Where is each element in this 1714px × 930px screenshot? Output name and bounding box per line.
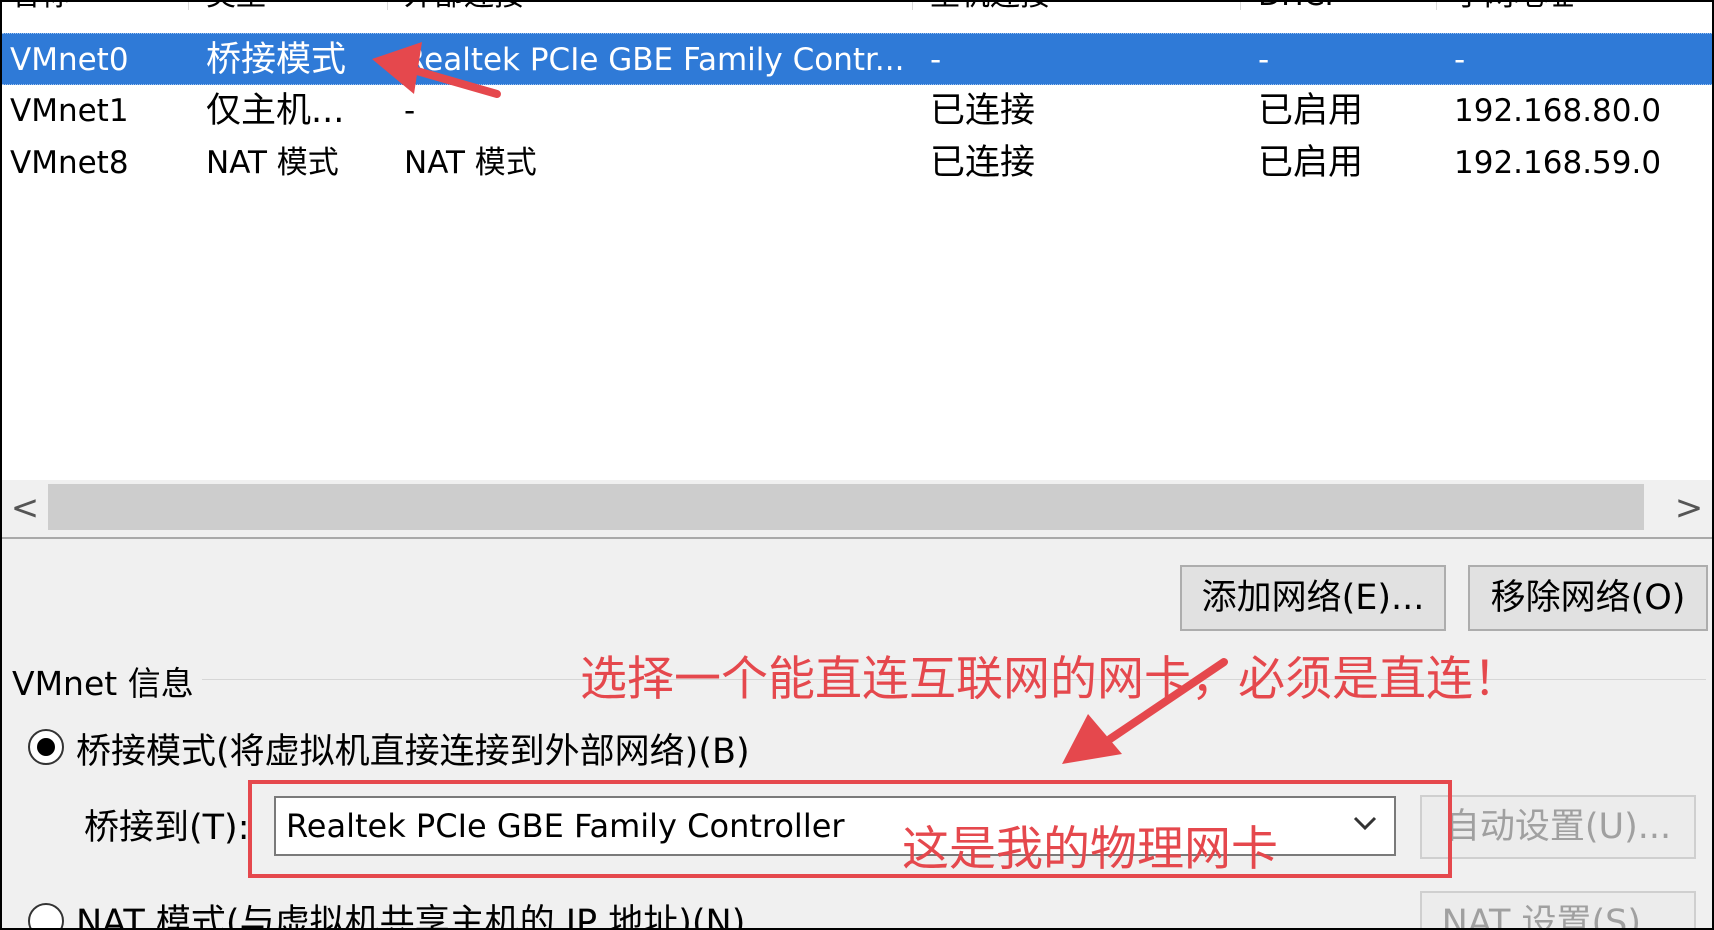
virtual-network-editor: 名称 类型 外部连接 主机连接 DHCP 子网地址 VMnet0 桥接模式 Re…: [0, 0, 1714, 930]
annotation-arrow-up: [372, 42, 501, 98]
annotation-arrows: [372, 42, 1228, 764]
annotation-arrow-down: [1062, 658, 1228, 764]
